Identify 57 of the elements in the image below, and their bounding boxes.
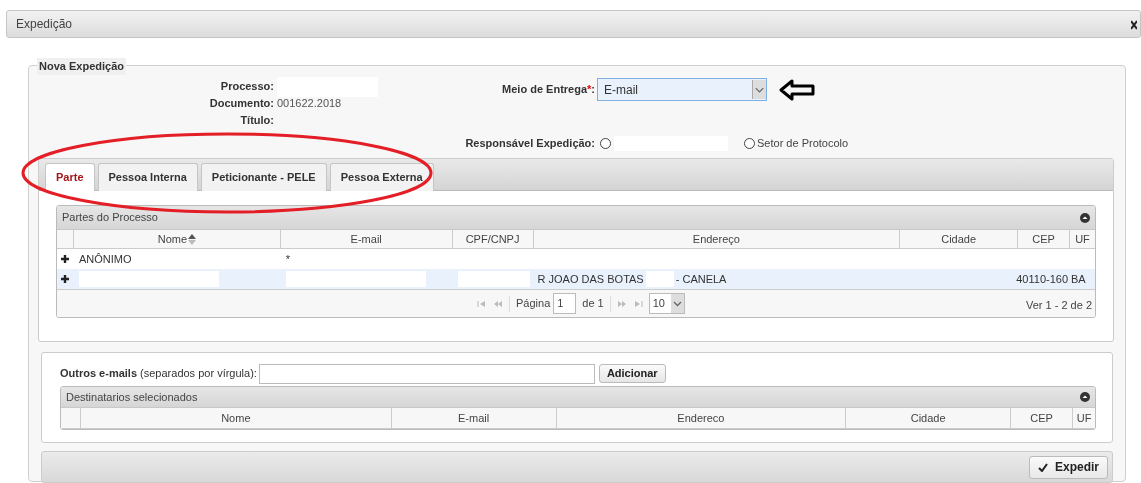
- table-cell-text: R JOAO DAS BOTAS: [537, 271, 644, 287]
- column-header[interactable]: CEP: [1018, 230, 1070, 248]
- window-title: Expedição: [16, 16, 73, 33]
- field-label: Processo:: [219, 79, 274, 95]
- collapse-icon[interactable]: [1080, 392, 1090, 402]
- page-size-select[interactable]: 10: [648, 293, 685, 314]
- grid-caption: Partes do Processo: [62, 210, 158, 226]
- expand-icon[interactable]: [61, 275, 70, 283]
- pager-label: de 1: [582, 296, 604, 312]
- radio-button[interactable]: [744, 138, 755, 149]
- page-input[interactable]: 1: [553, 293, 577, 314]
- tab[interactable]: Parte: [45, 163, 95, 191]
- arrow-icon: [779, 78, 815, 101]
- table-cell-text: - CANELA: [675, 271, 727, 287]
- grid-row[interactable]: R JOAO DAS BOTAS - CANELA 40110-160 BA: [57, 269, 1095, 289]
- close-icon[interactable]: [1131, 20, 1137, 30]
- section-legend: Nova Expedição: [37, 58, 126, 75]
- check-icon: [1038, 462, 1048, 472]
- column-header[interactable]: UF: [1070, 230, 1095, 248]
- table-cell-text: ANÔNIMO: [79, 251, 132, 267]
- column-header[interactable]: Nome: [74, 230, 281, 248]
- pager-summary: Ver 1 - 2 de 2: [1025, 298, 1092, 313]
- column-header[interactable]: Cidade: [846, 408, 1012, 428]
- field-value: 001622.2018: [277, 96, 342, 112]
- radio-button[interactable]: [600, 138, 611, 149]
- table-cell-text: *: [285, 251, 291, 267]
- column-header[interactable]: CEP: [1011, 408, 1074, 428]
- add-button[interactable]: Adicionar: [598, 364, 666, 383]
- caret-icon: [752, 80, 766, 99]
- tab[interactable]: Peticionante - PELE: [200, 163, 327, 191]
- field-label: Meio de Entrega*:: [501, 82, 595, 98]
- column-header[interactable]: E-mail: [391, 408, 557, 428]
- collapse-icon[interactable]: [1080, 212, 1090, 223]
- email-input[interactable]: [258, 363, 595, 384]
- expedir-button[interactable]: Expedir: [1029, 455, 1108, 479]
- expand-icon[interactable]: [61, 255, 70, 263]
- column-header[interactable]: Nome: [81, 408, 392, 428]
- table-cell-text: BA: [1071, 271, 1086, 287]
- field-label: Título:: [239, 113, 274, 129]
- caret-icon: [670, 294, 684, 313]
- column-header[interactable]: CPF/CNPJ: [452, 230, 534, 248]
- pager-label: Página: [516, 296, 551, 312]
- grid-caption: Destinatarios selecionados: [66, 389, 198, 405]
- column-header[interactable]: UF: [1073, 408, 1095, 428]
- column-header[interactable]: Endereço: [533, 230, 901, 248]
- tab[interactable]: Pessoa Externa: [329, 163, 434, 191]
- delivery-select[interactable]: E-mail: [597, 78, 767, 101]
- table-cell-text: 40110-160: [1016, 271, 1069, 287]
- sort-icon[interactable]: [188, 233, 197, 245]
- radio-label: Setor de Protocolo: [757, 136, 849, 152]
- field-label: Responsável Expedição:: [464, 136, 595, 152]
- column-header[interactable]: Cidade: [900, 230, 1019, 248]
- field-label: Outros e-mails (separados por vírgula):: [60, 366, 257, 382]
- column-header[interactable]: E-mail: [280, 230, 453, 248]
- field-label: Documento:: [208, 96, 274, 112]
- column-header[interactable]: Endereco: [556, 408, 847, 428]
- tab[interactable]: Pessoa Interna: [97, 163, 198, 191]
